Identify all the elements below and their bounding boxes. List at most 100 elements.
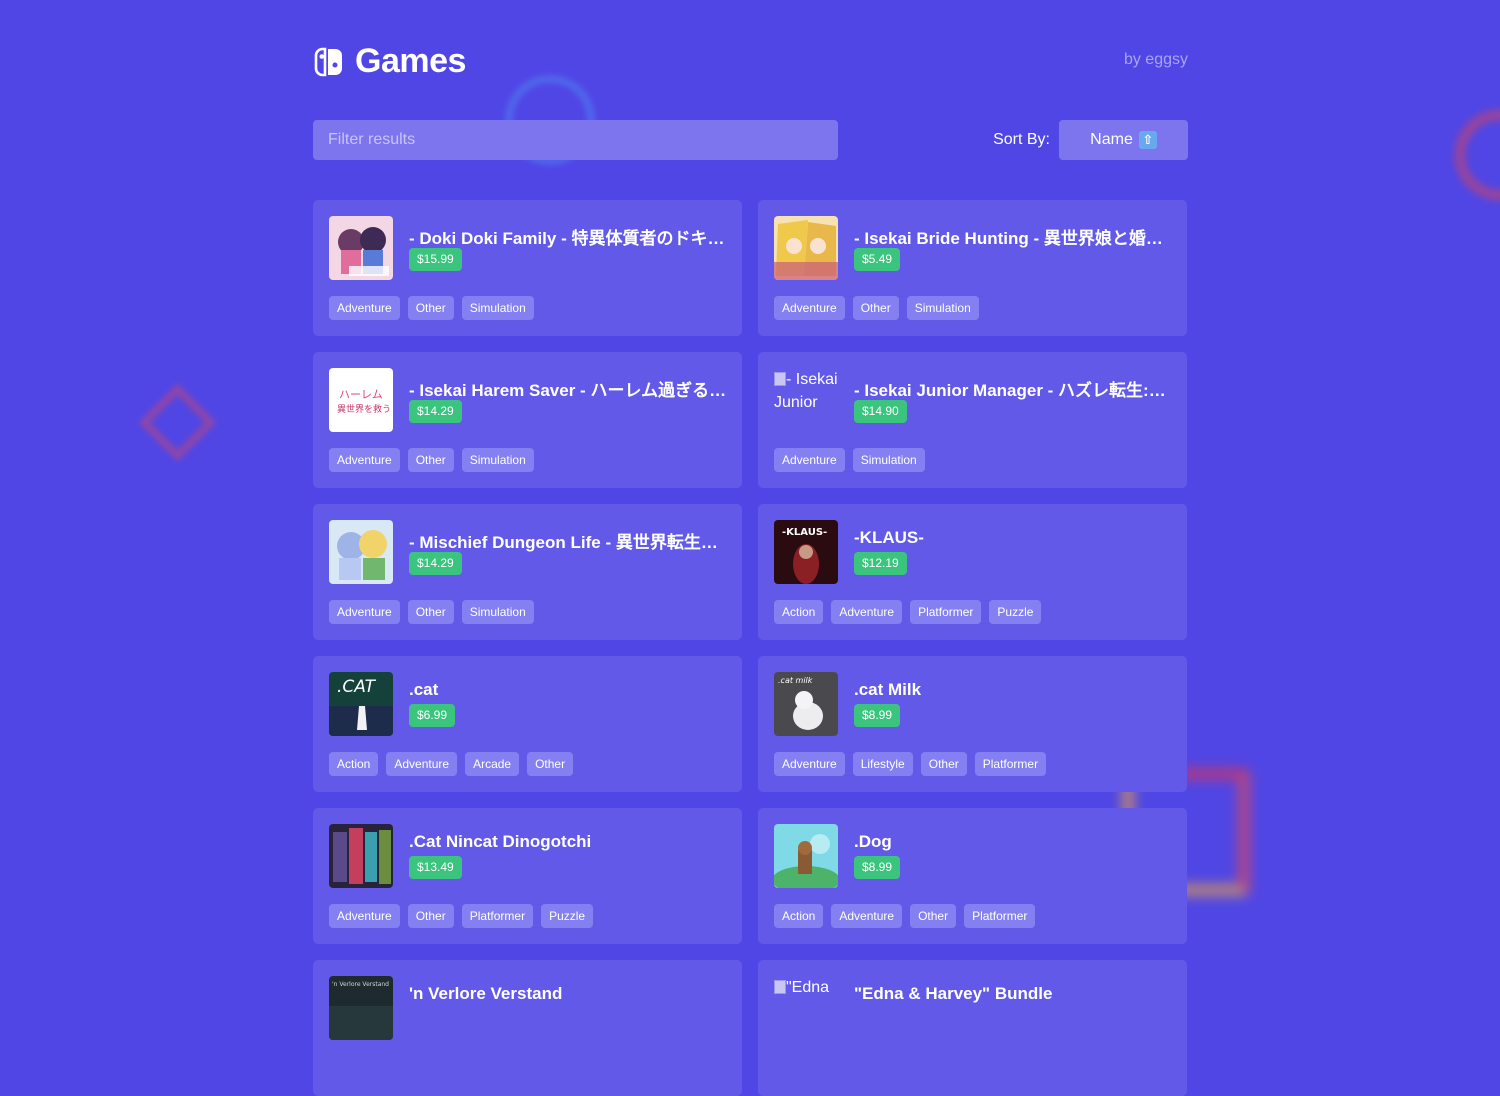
game-card[interactable]: 'n Verlore Verstand 'n Verlore Verstand (313, 960, 742, 1096)
genre-tag[interactable]: Platformer (461, 904, 534, 928)
game-thumbnail (329, 520, 393, 584)
sort-button[interactable]: Name ⇧ (1059, 120, 1188, 160)
game-card[interactable]: - Doki Doki Family - 特異体質者のドキド... $15.99 A… (313, 200, 742, 336)
game-title: .Dog (854, 832, 892, 851)
price-badge: $8.99 (854, 856, 901, 879)
genre-tag[interactable]: Other (407, 296, 454, 320)
genre-tag[interactable]: Lifestyle (852, 752, 913, 776)
tag-list: Adventure Other Platformer Puzzle (329, 904, 601, 928)
genre-tag[interactable]: Adventure (774, 296, 845, 320)
price-badge: $13.49 (409, 856, 462, 879)
game-title: .Cat Nincat Dinogotchi (409, 832, 592, 851)
genre-tag[interactable]: Arcade (465, 752, 520, 776)
genre-tag[interactable]: Simulation (461, 600, 534, 624)
svg-text:.cat milk: .cat milk (778, 676, 813, 685)
game-title: - Isekai Junior Manager - ハズレ転生:最... (854, 381, 1172, 400)
genre-tag[interactable]: Simulation (461, 296, 534, 320)
svg-text:異世界を救う: 異世界を救う (337, 403, 391, 415)
game-title: - Doki Doki Family - 特異体質者のドキド... (409, 229, 727, 248)
game-card[interactable]: - Isekai Bride Hunting - 異世界娘と婚活... $5.49… (758, 200, 1187, 336)
game-card[interactable]: - Isekai Junior - Isekai Junior Manager -… (758, 352, 1187, 488)
genre-tag[interactable]: Simulation (906, 296, 979, 320)
game-title: - Mischief Dungeon Life - 異世界転生し... (409, 533, 727, 552)
game-title: .cat (409, 680, 439, 699)
tag-list: Adventure Other Simulation (329, 296, 542, 320)
genre-tag[interactable]: Adventure (329, 904, 400, 928)
price-badge: $8.99 (854, 704, 901, 727)
tag-list: Adventure Other Simulation (329, 600, 542, 624)
genre-tag[interactable]: Simulation (852, 448, 925, 472)
genre-tag[interactable]: Action (774, 600, 824, 624)
decorative-arc (1455, 110, 1500, 200)
sort-value: Name (1090, 131, 1133, 148)
broken-image-icon (774, 372, 786, 386)
game-card[interactable]: .cat milk .cat Milk $8.99 Adventure Lifestyl… (758, 656, 1187, 792)
filter-input[interactable] (313, 120, 838, 160)
genre-tag[interactable]: Simulation (461, 448, 534, 472)
arrow-up-icon: ⇧ (1138, 131, 1157, 149)
game-thumbnail-broken: "Edna (774, 976, 838, 1040)
page-header: Games by eggsy (313, 0, 1188, 120)
price-badge: $14.29 (409, 552, 462, 575)
genre-tag[interactable]: Adventure (386, 752, 458, 776)
game-thumbnail (329, 824, 393, 888)
tag-list: Adventure Lifestyle Other Platformer (774, 752, 1054, 776)
price-badge: $14.90 (854, 400, 907, 423)
game-title: -KLAUS- (854, 528, 924, 547)
svg-text:ハーレム: ハーレム (339, 388, 383, 401)
genre-tag[interactable]: Puzzle (989, 600, 1042, 624)
game-thumbnail: .cat milk (774, 672, 838, 736)
genre-tag[interactable]: Adventure (329, 600, 400, 624)
genre-tag[interactable]: Action (329, 752, 379, 776)
tag-list: Action Adventure Other Platformer (774, 904, 1043, 928)
genre-tag[interactable]: Puzzle (541, 904, 594, 928)
genre-tag[interactable]: Platformer (964, 904, 1036, 928)
main-container: Games by eggsy Sort By: Name ⇧ - Doki Do… (313, 0, 1188, 1096)
switch-console-icon (314, 47, 342, 76)
genre-tag[interactable]: Other (407, 904, 454, 928)
tag-list: Adventure Other Simulation (329, 448, 542, 472)
genre-tag[interactable]: Adventure (774, 752, 845, 776)
genre-tag[interactable]: Adventure (329, 448, 400, 472)
price-badge: $6.99 (409, 704, 456, 727)
genre-tag[interactable]: Platformer (974, 752, 1047, 776)
game-title: 'n Verlore Verstand (409, 984, 563, 1003)
game-card[interactable]: ハーレム異世界を救う - Isekai Harem Saver - ハーレム過ぎる… (313, 352, 742, 488)
game-thumbnail: .CAT (329, 672, 393, 736)
game-card[interactable]: - Mischief Dungeon Life - 異世界転生し... $14.2… (313, 504, 742, 640)
tag-list: Adventure Other Simulation (774, 296, 987, 320)
tag-list: Adventure Simulation (774, 448, 933, 472)
genre-tag[interactable]: Adventure (329, 296, 400, 320)
author-link[interactable]: by eggsy (1124, 51, 1188, 69)
sort-label: Sort By: (993, 131, 1050, 148)
genre-tag[interactable]: Other (407, 448, 454, 472)
genre-tag[interactable]: Other (527, 752, 574, 776)
logo[interactable]: Games (313, 42, 466, 81)
genre-tag[interactable]: Other (852, 296, 899, 320)
genre-tag[interactable]: Action (774, 904, 824, 928)
game-thumbnail (329, 216, 393, 280)
genre-tag[interactable]: Platformer (910, 600, 982, 624)
game-title: - Isekai Harem Saver - ハーレム過ぎる異... (409, 381, 727, 400)
price-badge: $14.29 (409, 400, 462, 423)
game-thumbnail: -KLAUS- (774, 520, 838, 584)
decorative-diamond (138, 383, 217, 462)
genre-tag[interactable]: Adventure (831, 600, 903, 624)
game-card[interactable]: -KLAUS- -KLAUS- $12.19 Action Adventure Platf… (758, 504, 1187, 640)
game-thumbnail: 'n Verlore Verstand (329, 976, 393, 1040)
price-badge: $12.19 (854, 552, 907, 575)
broken-image-icon (774, 980, 786, 994)
game-title: "Edna & Harvey" Bundle (854, 984, 1053, 1003)
genre-tag[interactable]: Other (920, 752, 967, 776)
genre-tag[interactable]: Adventure (774, 448, 845, 472)
genre-tag[interactable]: Other (910, 904, 957, 928)
svg-text:-KLAUS-: -KLAUS- (782, 527, 827, 538)
game-card[interactable]: "Edna "Edna & Harvey" Bundle (758, 960, 1187, 1096)
genre-tag[interactable]: Adventure (831, 904, 903, 928)
game-card[interactable]: .Dog $8.99 Action Adventure Other Platformer (758, 808, 1187, 944)
price-badge: $15.99 (409, 248, 462, 271)
game-card[interactable]: .Cat Nincat Dinogotchi $13.49 Adventure Oth… (313, 808, 742, 944)
genre-tag[interactable]: Other (407, 600, 454, 624)
game-title: - Isekai Bride Hunting - 異世界娘と婚活... (854, 229, 1172, 248)
game-card[interactable]: .CAT .cat $6.99 Action Adventure Arcade Other (313, 656, 742, 792)
